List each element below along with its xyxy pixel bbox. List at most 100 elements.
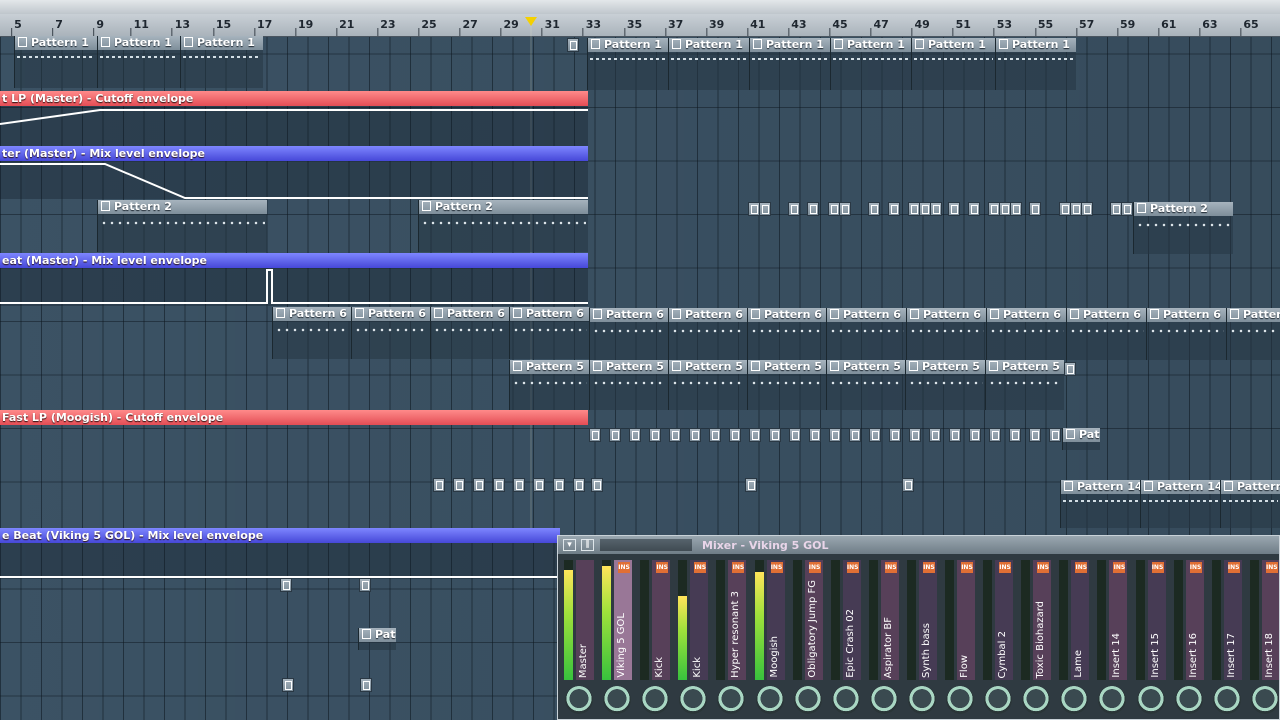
pattern-clip-collapsed[interactable] <box>433 478 445 492</box>
pattern-clip-collapsed[interactable] <box>1049 428 1061 442</box>
insert-fx-badge[interactable]: INS <box>961 562 973 573</box>
mixer-strip[interactable]: Master <box>562 556 599 719</box>
pattern-clip-collapsed[interactable] <box>949 428 961 442</box>
mixer-options-button[interactable]: ⫼ <box>581 539 594 551</box>
pattern-clip-collapsed[interactable] <box>889 428 901 442</box>
mixer-strip[interactable]: Obligatory Jump FG INS <box>791 556 828 719</box>
pattern-clip-collapsed[interactable] <box>769 428 781 442</box>
ruler-bar-number[interactable]: 29 <box>500 14 519 36</box>
ruler-bar-number[interactable]: 39 <box>705 14 724 36</box>
pattern-clip-collapsed[interactable] <box>868 202 880 216</box>
pattern-clip-collapsed[interactable] <box>1010 202 1022 216</box>
pattern-clip-collapsed[interactable] <box>809 428 821 442</box>
ruler-bar-number[interactable]: 9 <box>93 14 104 36</box>
mixer-strip[interactable]: Epic Crash 02 INS <box>829 556 866 719</box>
pattern-clip[interactable]: Pattern 5 <box>905 360 985 410</box>
insert-fx-badge[interactable]: INS <box>618 562 631 573</box>
pattern-clip[interactable]: Pattern 14 <box>1060 480 1140 528</box>
pattern-clip-collapsed[interactable] <box>749 428 761 442</box>
ruler-bar-number[interactable]: 17 <box>253 14 272 36</box>
insert-fx-badge[interactable]: INS <box>1151 562 1164 573</box>
mixer-strip[interactable]: Insert 18 INS <box>1248 556 1279 719</box>
pan-knob[interactable] <box>793 686 822 714</box>
ruler-bar-number[interactable]: 5 <box>11 14 22 36</box>
ruler-bar-number[interactable]: 35 <box>623 14 642 36</box>
ruler-bar-number[interactable]: 65 <box>1240 14 1259 36</box>
ruler-bar-number[interactable]: 51 <box>952 14 971 36</box>
pan-knob[interactable] <box>1098 686 1127 714</box>
pan-knob[interactable] <box>1174 686 1203 714</box>
ruler-bar-number[interactable]: 63 <box>1199 14 1218 36</box>
insert-fx-badge[interactable]: INS <box>846 562 859 573</box>
pattern-clip[interactable]: Pattern 2 <box>418 200 588 252</box>
pattern-clip-collapsed[interactable] <box>968 202 980 216</box>
ruler-bar-number[interactable]: 47 <box>870 14 889 36</box>
pattern-clip[interactable]: Pattern 5 <box>668 360 747 410</box>
ruler-bar-number[interactable]: 25 <box>418 14 437 36</box>
pattern-clip-collapsed[interactable] <box>609 428 621 442</box>
insert-fx-badge[interactable]: INS <box>884 562 897 573</box>
pattern-clip-collapsed[interactable] <box>1064 362 1076 376</box>
pattern-clip[interactable]: Pattern 5 <box>985 360 1064 410</box>
pattern-clip-collapsed[interactable] <box>948 202 960 216</box>
envelope-clip-mix-master[interactable]: ter (Master) - Mix level envelope <box>0 146 588 161</box>
pattern-clip-collapsed[interactable] <box>567 38 579 52</box>
ruler-bar-number[interactable]: 43 <box>788 14 807 36</box>
insert-fx-badge[interactable]: INS <box>1265 562 1278 573</box>
pattern-clip-collapsed[interactable] <box>788 202 800 216</box>
bar-ruler[interactable]: 5 7 9 11 13 15 17 19 21 23 25 27 29 31 33 35 37 39 41 43 45 4… <box>0 14 1280 37</box>
mixer-strip[interactable]: Insert 14 INS <box>1095 556 1132 719</box>
ruler-bar-number[interactable]: 59 <box>1116 14 1135 36</box>
playhead-marker[interactable] <box>525 17 537 26</box>
ruler-bar-number[interactable]: 33 <box>582 14 601 36</box>
pattern-clip[interactable]: Pattern 1 <box>668 38 749 90</box>
ruler-bar-number[interactable]: 31 <box>541 14 560 36</box>
pattern-clip-collapsed[interactable] <box>729 428 741 442</box>
pattern-clip-collapsed[interactable] <box>359 578 371 592</box>
pan-knob[interactable] <box>907 686 936 714</box>
pan-knob[interactable] <box>717 686 746 714</box>
pan-knob[interactable] <box>679 686 708 714</box>
pattern-clip-collapsed[interactable] <box>909 428 921 442</box>
mixer-menu-button[interactable]: ▾ <box>563 539 576 551</box>
pattern-clip-collapsed[interactable] <box>902 478 914 492</box>
mixer-grip[interactable] <box>600 539 692 551</box>
pattern-clip[interactable]: Pattern 6 <box>747 308 826 360</box>
pattern-clip-collapsed[interactable] <box>989 428 1001 442</box>
pattern-clip-collapsed[interactable] <box>745 478 757 492</box>
pattern-clip-collapsed[interactable] <box>669 428 681 442</box>
pattern-clip-collapsed[interactable] <box>282 678 294 692</box>
insert-fx-badge[interactable]: INS <box>922 562 935 573</box>
envelope-clip-mix-beat[interactable]: eat (Master) - Mix level envelope <box>0 253 588 268</box>
pan-knob[interactable] <box>984 686 1013 714</box>
mixer-strip[interactable]: Kick INS <box>638 556 675 719</box>
mixer-strip[interactable]: Aspirator BF INS <box>867 556 904 719</box>
ruler-bar-number[interactable]: 61 <box>1158 14 1176 36</box>
pattern-clip-collapsed[interactable] <box>360 678 372 692</box>
pattern-clip-collapsed[interactable] <box>849 428 861 442</box>
pattern-clip-collapsed[interactable] <box>969 428 981 442</box>
pattern-clip[interactable]: Pattern 1 <box>749 38 830 90</box>
mixer-titlebar[interactable]: ▾ ⫼ Mixer - Viking 5 GOL <box>558 536 1279 554</box>
ruler-bar-number[interactable]: 27 <box>459 14 478 36</box>
ruler-bar-number[interactable]: 23 <box>377 14 396 36</box>
pattern-clip[interactable]: Pattern 6 <box>826 308 906 360</box>
pattern-clip[interactable]: Pattern 6 <box>509 307 589 359</box>
pattern-clip-collapsed[interactable] <box>929 428 941 442</box>
pattern-clip-collapsed[interactable] <box>1081 202 1093 216</box>
pattern-clip-collapsed[interactable] <box>1009 428 1021 442</box>
mixer-strip[interactable]: Insert 17 INS <box>1210 556 1247 719</box>
pattern-clip[interactable]: Pattern 1 <box>995 38 1076 90</box>
mixer-strip[interactable]: Cymbal 2 INS <box>981 556 1018 719</box>
pattern-clip-collapsed[interactable] <box>807 202 819 216</box>
pattern-clip[interactable]: Pattern 6 <box>906 308 986 360</box>
pattern-clip[interactable]: Pattern 6 <box>589 308 668 360</box>
insert-fx-badge[interactable]: INS <box>694 562 707 573</box>
ruler-bar-number[interactable]: 49 <box>911 14 930 36</box>
pattern-clip[interactable]: Pattern 6 <box>430 307 509 359</box>
pattern-clip-collapsed[interactable] <box>591 478 603 492</box>
envelope-clip-mix-viking[interactable]: e Beat (Viking 5 GOL) - Mix level envelo… <box>0 528 560 543</box>
pattern-clip[interactable]: Pattern 2 <box>97 200 267 252</box>
pattern-clip-collapsed[interactable] <box>759 202 771 216</box>
insert-fx-badge[interactable]: INS <box>1075 562 1088 573</box>
